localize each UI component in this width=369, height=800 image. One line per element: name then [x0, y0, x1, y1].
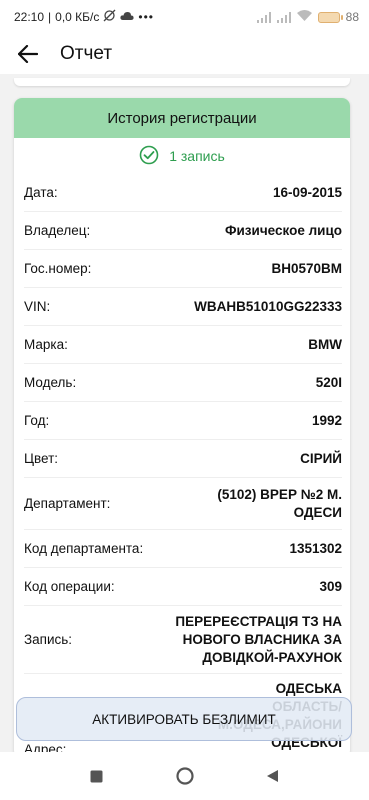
- row-owner: Владелец: Физическое лицо: [24, 212, 342, 250]
- row-department: Департамент: (5102) ВРЕР №2 М. ОДЕСИ: [24, 478, 342, 530]
- row-color: Цвет: СІРИЙ: [24, 440, 342, 478]
- battery-icon: [317, 11, 343, 23]
- triangle-back-icon[interactable]: [260, 763, 286, 789]
- signal-icon-2: [276, 11, 291, 23]
- row-model: Модель: 520I: [24, 364, 342, 402]
- cloud-icon: [120, 10, 134, 24]
- signal-icon: [256, 11, 271, 23]
- status-bar: 22:10 | 0,0 КБ/с ••• 88: [0, 0, 369, 34]
- network-speed: 0,0 КБ/с: [55, 10, 100, 24]
- records-count-row: 1 запись: [14, 138, 350, 174]
- previous-card-edge: [14, 78, 350, 86]
- row-record: Запись: ПЕРЕРЕЄСТРАЦІЯ ТЗ НА НОВОГО ВЛАС…: [24, 606, 342, 674]
- row-plate-number: Гос.номер: BH0570BM: [24, 250, 342, 288]
- page-title: Отчет: [60, 43, 113, 64]
- registration-history-card: История регистрации 1 запись Дата: 16-09…: [14, 98, 350, 758]
- row-year: Год: 1992: [24, 402, 342, 440]
- row-date: Дата: 16-09-2015: [24, 174, 342, 212]
- system-nav-bar: [0, 752, 369, 800]
- row-department-code: Код департамента: 1351302: [24, 530, 342, 568]
- more-dots-icon: •••: [138, 10, 154, 24]
- check-circle-icon: [139, 145, 159, 168]
- circle-icon[interactable]: [172, 763, 198, 789]
- card-header: История регистрации: [14, 98, 350, 138]
- app-bar: Отчет: [0, 34, 369, 74]
- row-operation-code: Код операции: 309: [24, 568, 342, 606]
- arrow-left-icon[interactable]: [8, 34, 48, 74]
- records-count: 1 запись: [169, 148, 225, 164]
- wifi-icon: [296, 10, 312, 24]
- battery-level: 88: [345, 10, 359, 24]
- row-vin: VIN: WBAHB51010GG22333: [24, 288, 342, 326]
- card-title: История регистрации: [107, 109, 257, 127]
- no-alarm-icon: [103, 9, 116, 25]
- activate-unlimited-button[interactable]: АКТИВИРОВАТЬ БЕЗЛИМИТ: [16, 697, 352, 741]
- status-time: 22:10: [14, 10, 45, 24]
- row-make: Марка: BMW: [24, 326, 342, 364]
- square-icon[interactable]: [84, 763, 110, 789]
- activate-unlimited-label: АКТИВИРОВАТЬ БЕЗЛИМИТ: [92, 711, 276, 727]
